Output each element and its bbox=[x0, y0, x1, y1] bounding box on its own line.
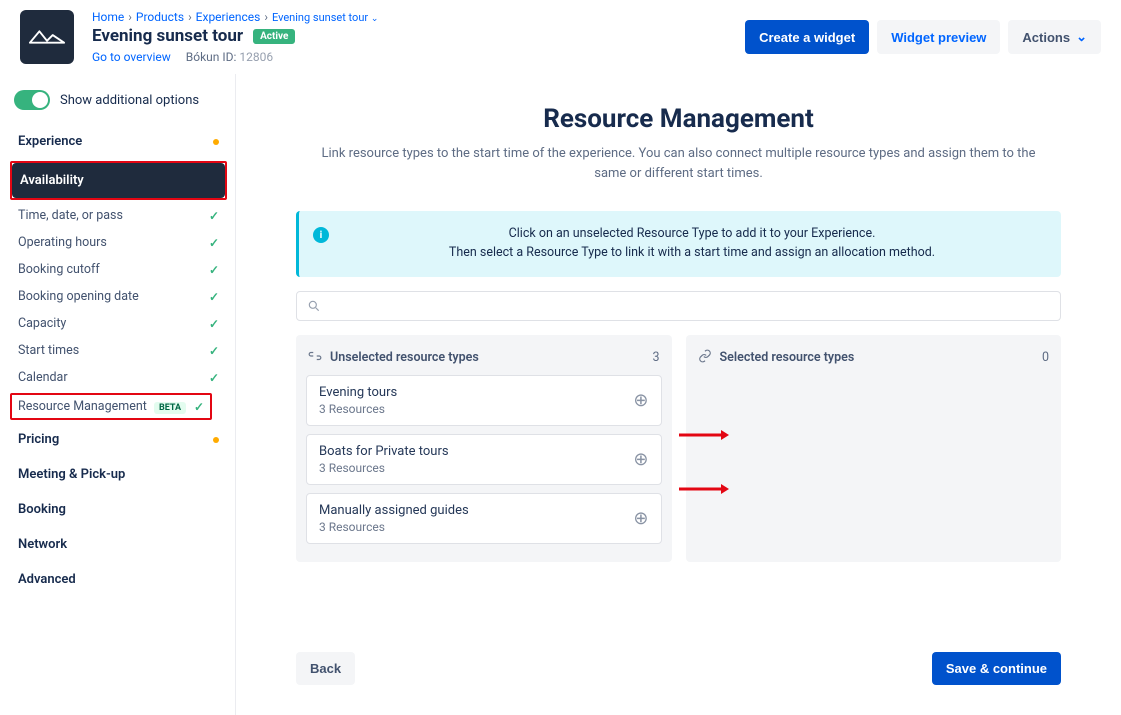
add-icon: ⊕ bbox=[633, 390, 648, 411]
save-continue-button[interactable]: Save & continue bbox=[932, 652, 1061, 685]
check-icon: ✓ bbox=[209, 317, 219, 331]
chevron-down-icon: ⌄ bbox=[1076, 29, 1087, 45]
sidebar-item-capacity[interactable]: Capacity✓ bbox=[10, 310, 227, 337]
sidebar-section-experience[interactable]: Experience bbox=[10, 124, 227, 159]
content-description: Link resource types to the start time of… bbox=[319, 144, 1039, 183]
check-icon: ✓ bbox=[209, 290, 219, 304]
info-icon: i bbox=[313, 227, 329, 243]
sidebar-section-booking[interactable]: Booking bbox=[10, 492, 227, 527]
sidebar-item-booking-opening[interactable]: Booking opening date✓ bbox=[10, 283, 227, 310]
sidebar-item-operating-hours[interactable]: Operating hours✓ bbox=[10, 229, 227, 256]
breadcrumb-experiences[interactable]: Experiences bbox=[196, 10, 261, 24]
breadcrumb-current[interactable]: Evening sunset tour ⌄ bbox=[272, 11, 378, 24]
sidebar-item-time-date[interactable]: Time, date, or pass✓ bbox=[10, 202, 227, 229]
warning-dot-icon bbox=[213, 437, 219, 443]
resource-card-evening-tours[interactable]: Evening tours3 Resources ⊕ bbox=[306, 375, 662, 426]
add-icon: ⊕ bbox=[633, 508, 648, 529]
breadcrumb-products[interactable]: Products bbox=[136, 10, 184, 24]
page-title: Evening sunset tour bbox=[92, 26, 243, 46]
main-content: Resource Management Link resource types … bbox=[236, 74, 1121, 715]
beta-badge: BETA bbox=[154, 402, 186, 414]
selected-count: 0 bbox=[1042, 350, 1049, 365]
sidebar-item-calendar[interactable]: Calendar✓ bbox=[10, 364, 227, 391]
bokun-label: Bókun ID: bbox=[186, 50, 237, 64]
breadcrumb: Home › Products › Experiences › Evening … bbox=[92, 10, 745, 24]
content-title: Resource Management bbox=[296, 104, 1061, 134]
sidebar-item-resource-management[interactable]: Resource Management BETA ✓ bbox=[12, 395, 210, 418]
status-badge: Active bbox=[253, 29, 295, 44]
create-widget-button[interactable]: Create a widget bbox=[745, 20, 869, 54]
sidebar-section-network[interactable]: Network bbox=[10, 527, 227, 562]
go-to-overview-link[interactable]: Go to overview bbox=[92, 50, 171, 64]
toggle-label: Show additional options bbox=[60, 93, 199, 108]
back-button[interactable]: Back bbox=[296, 652, 355, 685]
sidebar-section-pricing[interactable]: Pricing bbox=[10, 422, 227, 457]
sidebar: Show additional options Experience Avail… bbox=[0, 74, 236, 715]
warning-dot-icon bbox=[213, 139, 219, 145]
selected-panel: Selected resource types 0 bbox=[686, 335, 1062, 562]
check-icon: ✓ bbox=[209, 209, 219, 223]
search-input[interactable] bbox=[296, 291, 1061, 321]
sidebar-item-start-times[interactable]: Start times✓ bbox=[10, 337, 227, 364]
add-icon: ⊕ bbox=[633, 449, 648, 470]
resource-card-guides[interactable]: Manually assigned guides3 Resources ⊕ bbox=[306, 493, 662, 544]
check-icon: ✓ bbox=[209, 371, 219, 385]
search-icon bbox=[307, 299, 321, 313]
check-icon: ✓ bbox=[209, 344, 219, 358]
unlink-icon bbox=[308, 349, 322, 367]
link-icon bbox=[698, 349, 712, 367]
bokun-id-value: 12806 bbox=[239, 50, 273, 64]
breadcrumb-home[interactable]: Home bbox=[92, 10, 124, 24]
show-additional-toggle[interactable] bbox=[14, 90, 50, 110]
app-logo bbox=[20, 10, 74, 64]
info-banner: i Click on an unselected Resource Type t… bbox=[296, 211, 1061, 277]
sidebar-section-meeting[interactable]: Meeting & Pick-up bbox=[10, 457, 227, 492]
sidebar-section-availability[interactable]: Availability bbox=[12, 163, 225, 198]
unselected-panel: Unselected resource types 3 Evening tour… bbox=[296, 335, 672, 562]
check-icon: ✓ bbox=[209, 236, 219, 250]
resource-card-boats[interactable]: Boats for Private tours3 Resources ⊕ bbox=[306, 434, 662, 485]
actions-dropdown[interactable]: Actions ⌄ bbox=[1008, 20, 1101, 54]
sidebar-item-booking-cutoff[interactable]: Booking cutoff✓ bbox=[10, 256, 227, 283]
check-icon: ✓ bbox=[194, 400, 204, 414]
unselected-count: 3 bbox=[652, 350, 659, 365]
check-icon: ✓ bbox=[209, 263, 219, 277]
page-header: Home › Products › Experiences › Evening … bbox=[0, 0, 1121, 74]
widget-preview-button[interactable]: Widget preview bbox=[877, 20, 1000, 54]
sidebar-section-advanced[interactable]: Advanced bbox=[10, 562, 227, 597]
